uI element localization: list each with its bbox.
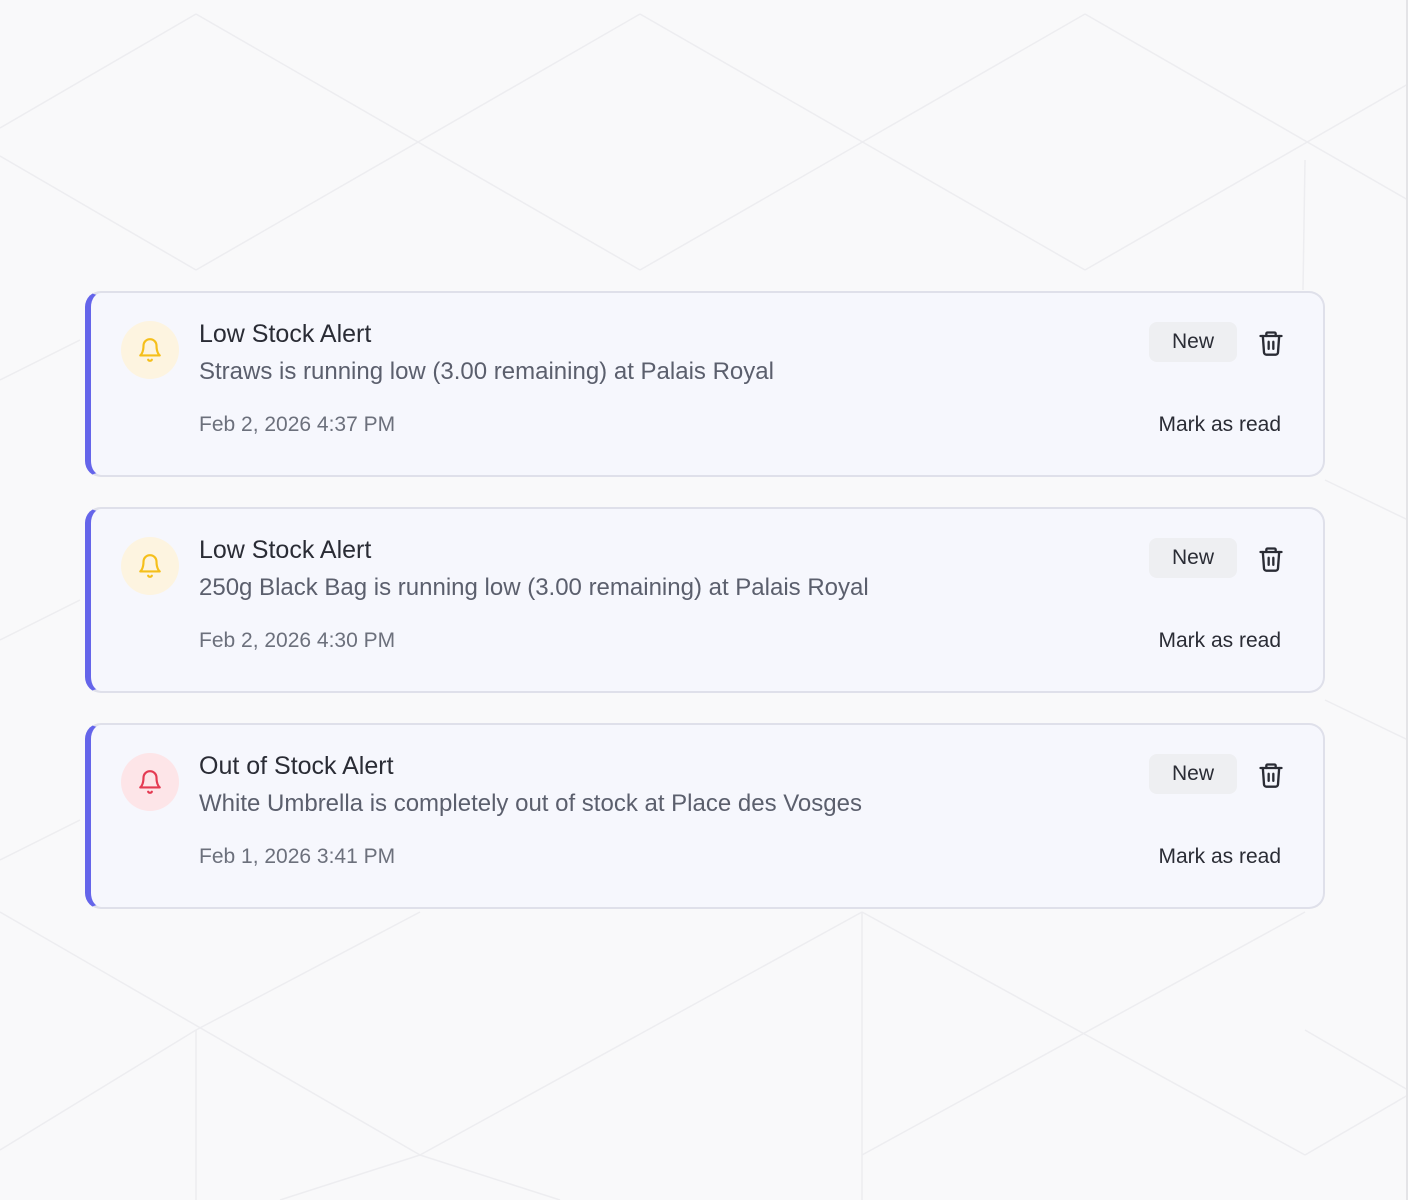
notification-icon-badge: [121, 321, 179, 379]
new-badge: New: [1149, 322, 1237, 362]
delete-button[interactable]: [1255, 542, 1287, 576]
notification-title: Low Stock Alert: [199, 536, 372, 564]
trash-icon: [1259, 547, 1283, 572]
bell-icon: [139, 338, 161, 362]
notification-timestamp: Feb 1, 2026 3:41 PM: [199, 845, 396, 868]
notification-title: Out of Stock Alert: [199, 752, 394, 780]
new-badge: New: [1149, 754, 1237, 794]
new-badge: New: [1149, 538, 1237, 578]
notification-card[interactable]: Low Stock Alert 250g Black Bag is runnin…: [85, 507, 1325, 693]
trash-icon: [1259, 763, 1283, 788]
notification-message: Straws is running low (3.00 remaining) a…: [199, 358, 774, 385]
mark-as-read-button[interactable]: Mark as read: [1158, 626, 1281, 656]
notification-card[interactable]: Low Stock Alert Straws is running low (3…: [85, 291, 1325, 477]
bell-icon: [139, 770, 161, 794]
notification-message: White Umbrella is completely out of stoc…: [199, 790, 862, 817]
mark-as-read-button[interactable]: Mark as read: [1158, 842, 1281, 872]
notification-icon-badge: [121, 753, 179, 811]
mark-as-read-button[interactable]: Mark as read: [1158, 410, 1281, 440]
notification-icon-badge: [121, 537, 179, 595]
notification-timestamp: Feb 2, 2026 4:30 PM: [199, 629, 396, 652]
notification-card[interactable]: Out of Stock Alert White Umbrella is com…: [85, 723, 1325, 909]
notification-list: Low Stock Alert Straws is running low (3…: [85, 291, 1325, 939]
notification-message: 250g Black Bag is running low (3.00 rema…: [199, 574, 869, 601]
delete-button[interactable]: [1255, 758, 1287, 792]
trash-icon: [1259, 331, 1283, 356]
bell-icon: [139, 554, 161, 578]
delete-button[interactable]: [1255, 326, 1287, 360]
notification-timestamp: Feb 2, 2026 4:37 PM: [199, 413, 396, 436]
notification-title: Low Stock Alert: [199, 320, 372, 348]
